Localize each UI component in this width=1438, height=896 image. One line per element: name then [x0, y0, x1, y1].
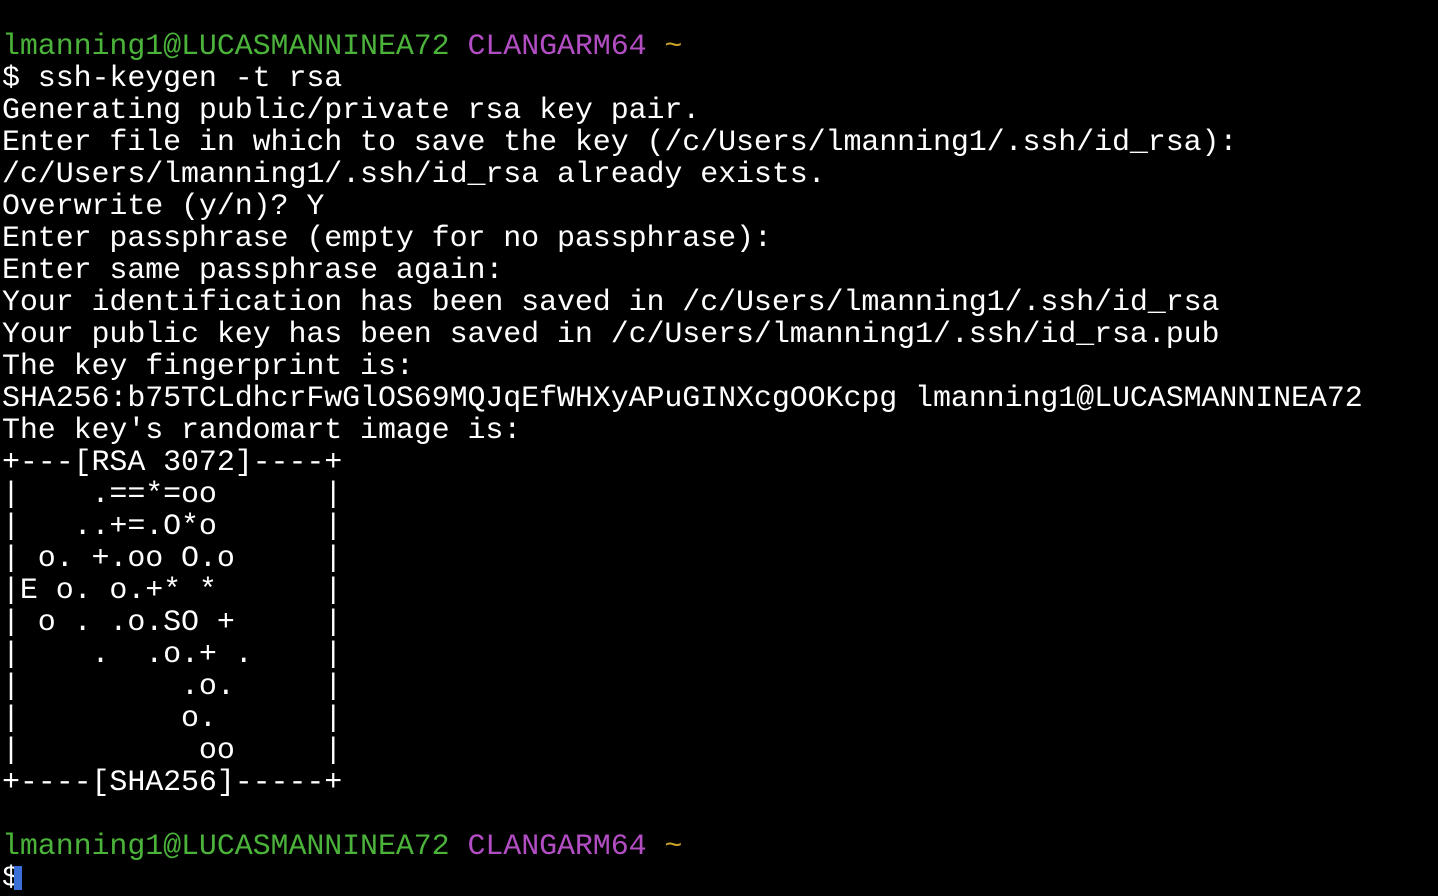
output-line: Your public key has been saved in /c/Use… — [2, 318, 1220, 352]
output-line: Generating public/private rsa key pair. — [2, 94, 701, 128]
output-line: Enter file in which to save the key (/c/… — [2, 126, 1238, 160]
randomart-line: | ..+=.O*o | — [2, 510, 343, 544]
shell-prompt: lmanning1@LUCASMANNINEA72 CLANGARM64 ~ — [0, 31, 1438, 63]
output-line: The key's randomart image is: — [2, 414, 522, 448]
input-line[interactable]: $ — [0, 863, 1438, 895]
randomart-line: | o. | — [2, 702, 343, 736]
randomart-line: | . .o.+ . | — [2, 638, 343, 672]
randomart-line: +---[RSA 3072]----+ — [2, 446, 343, 480]
prompt-directory: ~ — [664, 830, 683, 864]
prompt-user-host: lmanning1@LUCASMANNINEA72 — [2, 830, 450, 864]
shell-prompt: lmanning1@LUCASMANNINEA72 CLANGARM64 ~ — [0, 831, 1438, 863]
output-line: The key fingerprint is: — [2, 350, 414, 384]
randomart-line: |E o. o.+* * | — [2, 574, 343, 608]
command-line: $ ssh-keygen -t rsa — [2, 62, 343, 96]
randomart-line: | .==*=oo | — [2, 478, 343, 512]
randomart-line: | .o. | — [2, 670, 343, 704]
prompt-shell-name: CLANGARM64 — [467, 30, 647, 64]
output-line: Your identification has been saved in /c… — [2, 286, 1220, 320]
fingerprint-line: SHA256:b75TCLdhcrFwGlOS69MQJqEfWHXyAPuGI… — [2, 382, 1363, 416]
randomart-line: | oo | — [2, 734, 343, 768]
randomart-line: | o. +.oo O.o | — [2, 542, 343, 576]
prompt-directory: ~ — [664, 30, 683, 64]
randomart-line: | o . .o.SO + | — [2, 606, 343, 640]
prompt-shell-name: CLANGARM64 — [467, 830, 647, 864]
prompt-user-host: lmanning1@LUCASMANNINEA72 — [2, 30, 450, 64]
output-line: /c/Users/lmanning1/.ssh/id_rsa already e… — [2, 158, 826, 192]
randomart-line: +----[SHA256]-----+ — [2, 766, 343, 800]
output-line: Overwrite (y/n)? Y — [2, 190, 325, 224]
output-line: Enter passphrase (empty for no passphras… — [2, 222, 772, 256]
terminal-window[interactable]: lmanning1@LUCASMANNINEA72 CLANGARM64 ~ $… — [0, 0, 1438, 896]
output-line: Enter same passphrase again: — [2, 254, 504, 288]
text-cursor — [13, 866, 22, 890]
